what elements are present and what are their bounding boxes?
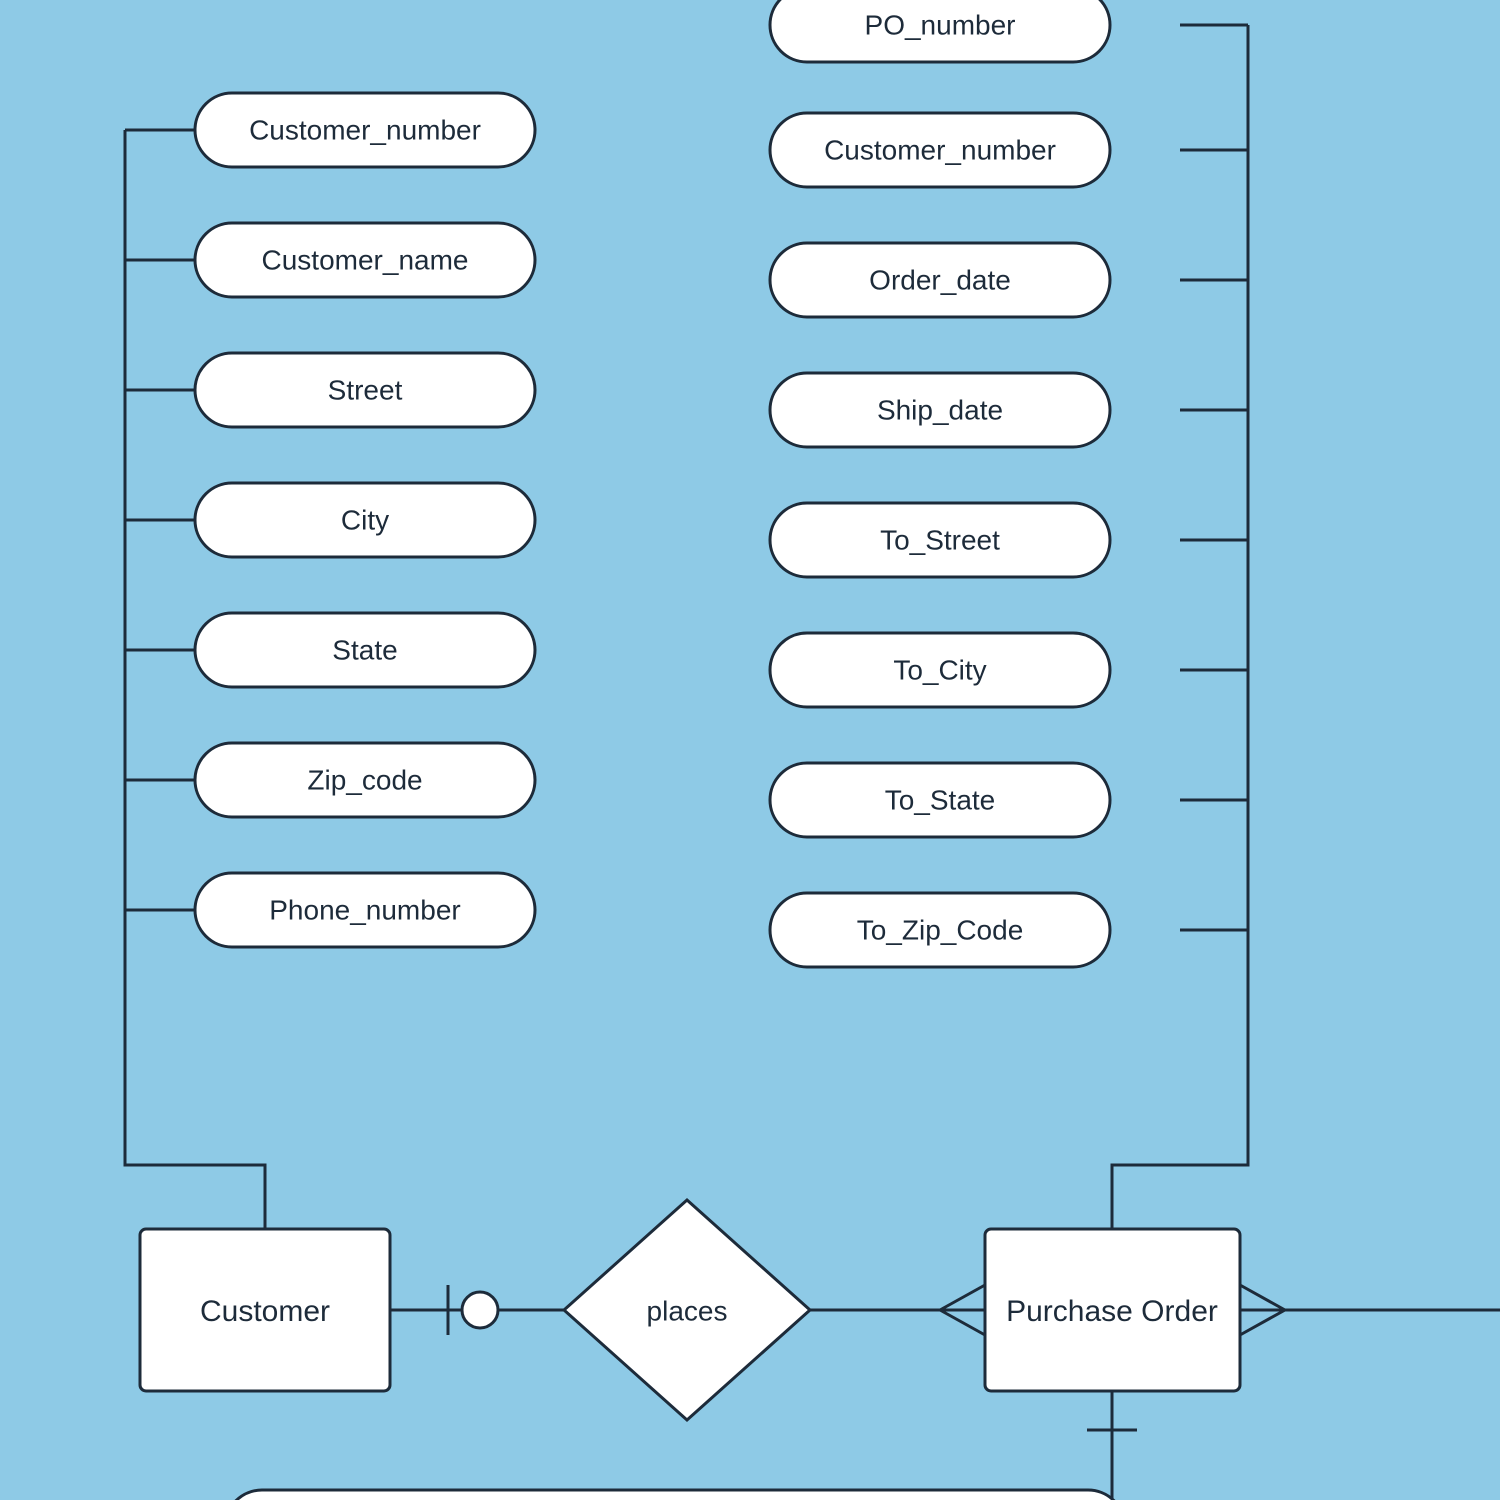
attribute-to-city: To_City	[770, 633, 1110, 707]
attribute-customer-name: Customer_name	[195, 223, 535, 297]
attr-label: To_State	[885, 784, 996, 815]
attr-label: Order_date	[869, 264, 1011, 295]
attr-label: Customer_number	[249, 114, 481, 145]
attribute-order-date: Order_date	[770, 243, 1110, 317]
attr-label: To_City	[893, 654, 986, 685]
attr-label: To_Zip_Code	[857, 914, 1024, 945]
attribute-state: State	[195, 613, 535, 687]
attr-label: To_Street	[880, 524, 1000, 555]
attribute-ship-date: Ship_date	[770, 373, 1110, 447]
attribute-po-customer-number: Customer_number	[770, 113, 1110, 187]
attribute-zip-code: Zip_code	[195, 743, 535, 817]
attribute-customer-number: Customer_number	[195, 93, 535, 167]
attr-label: Customer_name	[262, 244, 469, 275]
po-attributes: PO_number Customer_number Order_date Shi…	[770, 0, 1110, 967]
attribute-to-zip-code: To_Zip_Code	[770, 893, 1110, 967]
customer-attributes: Customer_number Customer_name Street Cit…	[195, 93, 535, 947]
attr-label: Street	[328, 374, 403, 405]
attribute-phone-number: Phone_number	[195, 873, 535, 947]
attribute-city: City	[195, 483, 535, 557]
attribute-street: Street	[195, 353, 535, 427]
attr-label: Customer_number	[824, 134, 1056, 165]
attr-label: Zip_code	[307, 764, 422, 795]
entity-label: Purchase Order	[1006, 1295, 1218, 1328]
attribute-po-number: PO_number	[770, 0, 1110, 62]
relationship-label: places	[647, 1295, 728, 1326]
er-diagram: Customer_number Customer_name Street Cit…	[0, 0, 1500, 1500]
attribute-to-state: To_State	[770, 763, 1110, 837]
attr-label: Ship_date	[877, 394, 1003, 425]
entity-purchase-order: Purchase Order	[985, 1229, 1240, 1391]
attribute-to-street: To_Street	[770, 503, 1110, 577]
attr-label: City	[341, 504, 389, 535]
entity-customer: Customer	[140, 1229, 390, 1391]
relationship-places: places	[564, 1200, 810, 1420]
attr-label: Phone_number	[269, 894, 460, 925]
entity-label: Customer	[200, 1295, 330, 1328]
partial-bottom-shape	[225, 1490, 1125, 1500]
attr-label: PO_number	[865, 9, 1016, 40]
attr-label: State	[332, 634, 397, 665]
